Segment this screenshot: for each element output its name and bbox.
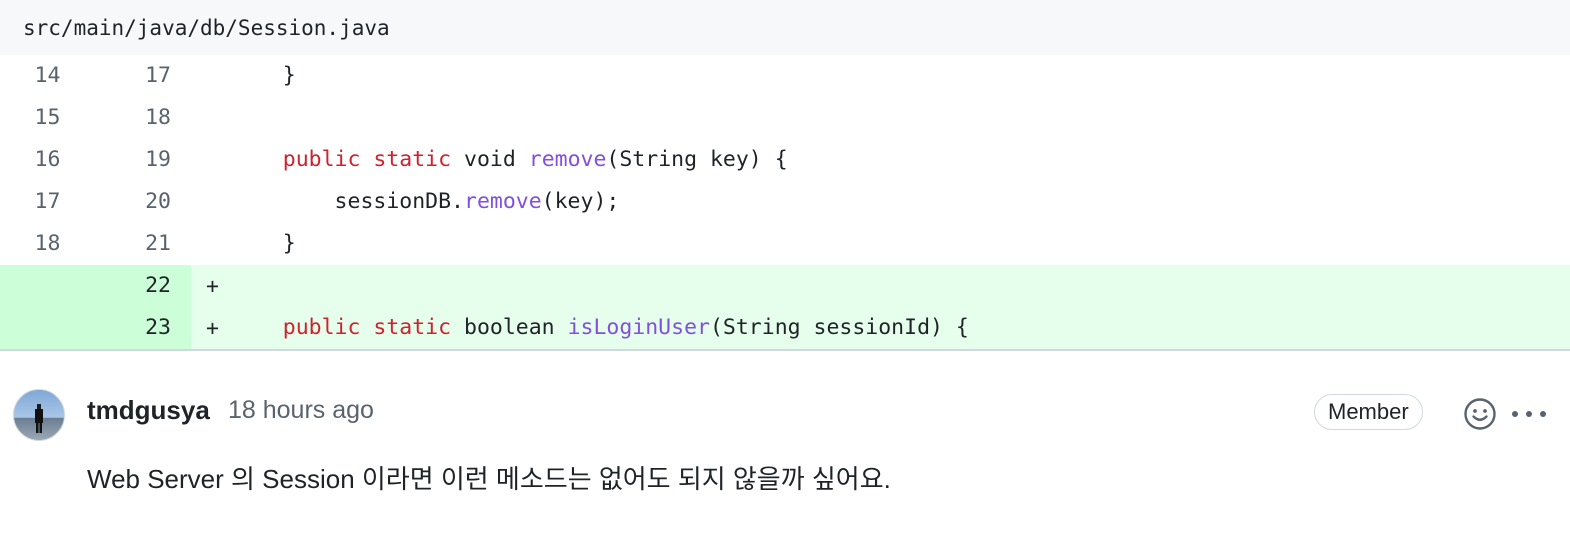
- diff-row-added: 23 + public static boolean isLoginUser(St…: [0, 307, 1570, 349]
- code-function-name: isLoginUser: [567, 315, 710, 340]
- code-function-name: remove: [528, 147, 607, 172]
- old-line-number[interactable]: 17: [0, 181, 113, 223]
- old-line-number[interactable]: 15: [0, 97, 113, 139]
- smiley-icon[interactable]: [1463, 397, 1497, 431]
- diff-marker: +: [206, 273, 219, 299]
- new-line-number[interactable]: 18: [113, 97, 191, 139]
- code-line: sessionDB.remove(key);: [231, 181, 1570, 223]
- new-line-number[interactable]: 21: [113, 223, 191, 265]
- code-line: }: [231, 223, 1570, 265]
- member-badge: Member: [1314, 394, 1423, 430]
- new-line-number[interactable]: 20: [113, 181, 191, 223]
- code-text: (String sessionId) {: [709, 315, 969, 340]
- review-comment: tmdgusya 18 hours ago Member Web Server …: [0, 351, 1570, 531]
- new-line-number[interactable]: 22: [113, 265, 191, 307]
- code-text: }: [231, 63, 296, 88]
- diff-row-added: 22 +: [0, 265, 1570, 307]
- code-text: (key);: [541, 189, 620, 214]
- new-line-number[interactable]: 23: [113, 307, 191, 349]
- file-path-header: src/main/java/db/Session.java: [0, 0, 1570, 55]
- code-keyword: static: [373, 315, 452, 340]
- comment-author[interactable]: tmdgusya: [87, 395, 210, 426]
- code-function-name: remove: [464, 189, 542, 214]
- code-text: sessionDB.: [231, 189, 464, 214]
- code-keyword: public: [282, 315, 361, 340]
- code-line: public static boolean isLoginUser(String…: [231, 307, 1570, 349]
- code-text: boolean: [451, 315, 568, 340]
- diff-table: 14 17 } 15 18 16 19 public static void remove…: [0, 55, 1570, 349]
- old-line-number[interactable]: [0, 265, 113, 307]
- diff-row-context: 16 19 public static void remove(String ke…: [0, 139, 1570, 181]
- author-avatar[interactable]: [13, 389, 65, 441]
- diff-row-context: 14 17 }: [0, 55, 1570, 97]
- diff-row-context: 18 21 }: [0, 223, 1570, 265]
- file-path[interactable]: src/main/java/db/Session.java: [23, 16, 390, 40]
- diff-row-context: 17 20 sessionDB.remove(key);: [0, 181, 1570, 223]
- code-text: (String key) {: [606, 147, 788, 172]
- new-line-number[interactable]: 19: [113, 139, 191, 181]
- code-keyword: public: [282, 147, 361, 172]
- new-line-number[interactable]: 17: [113, 55, 191, 97]
- old-line-number[interactable]: 16: [0, 139, 113, 181]
- comment-body: Web Server 의 Session 이라면 이런 메소드는 없어도 되지 …: [87, 464, 891, 494]
- diff-marker: +: [206, 315, 219, 341]
- old-line-number[interactable]: 14: [0, 55, 113, 97]
- old-line-number[interactable]: [0, 307, 113, 349]
- old-line-number[interactable]: 18: [0, 223, 113, 265]
- comment-timestamp[interactable]: 18 hours ago: [228, 396, 374, 425]
- code-text: }: [231, 231, 296, 256]
- code-text: void: [451, 147, 529, 172]
- code-line: }: [231, 55, 1570, 97]
- code-line: public static void remove(String key) {: [231, 139, 1570, 181]
- kebab-horizontal-icon[interactable]: [1510, 399, 1548, 429]
- diff-row-context: 15 18: [0, 97, 1570, 139]
- code-keyword: static: [373, 147, 452, 172]
